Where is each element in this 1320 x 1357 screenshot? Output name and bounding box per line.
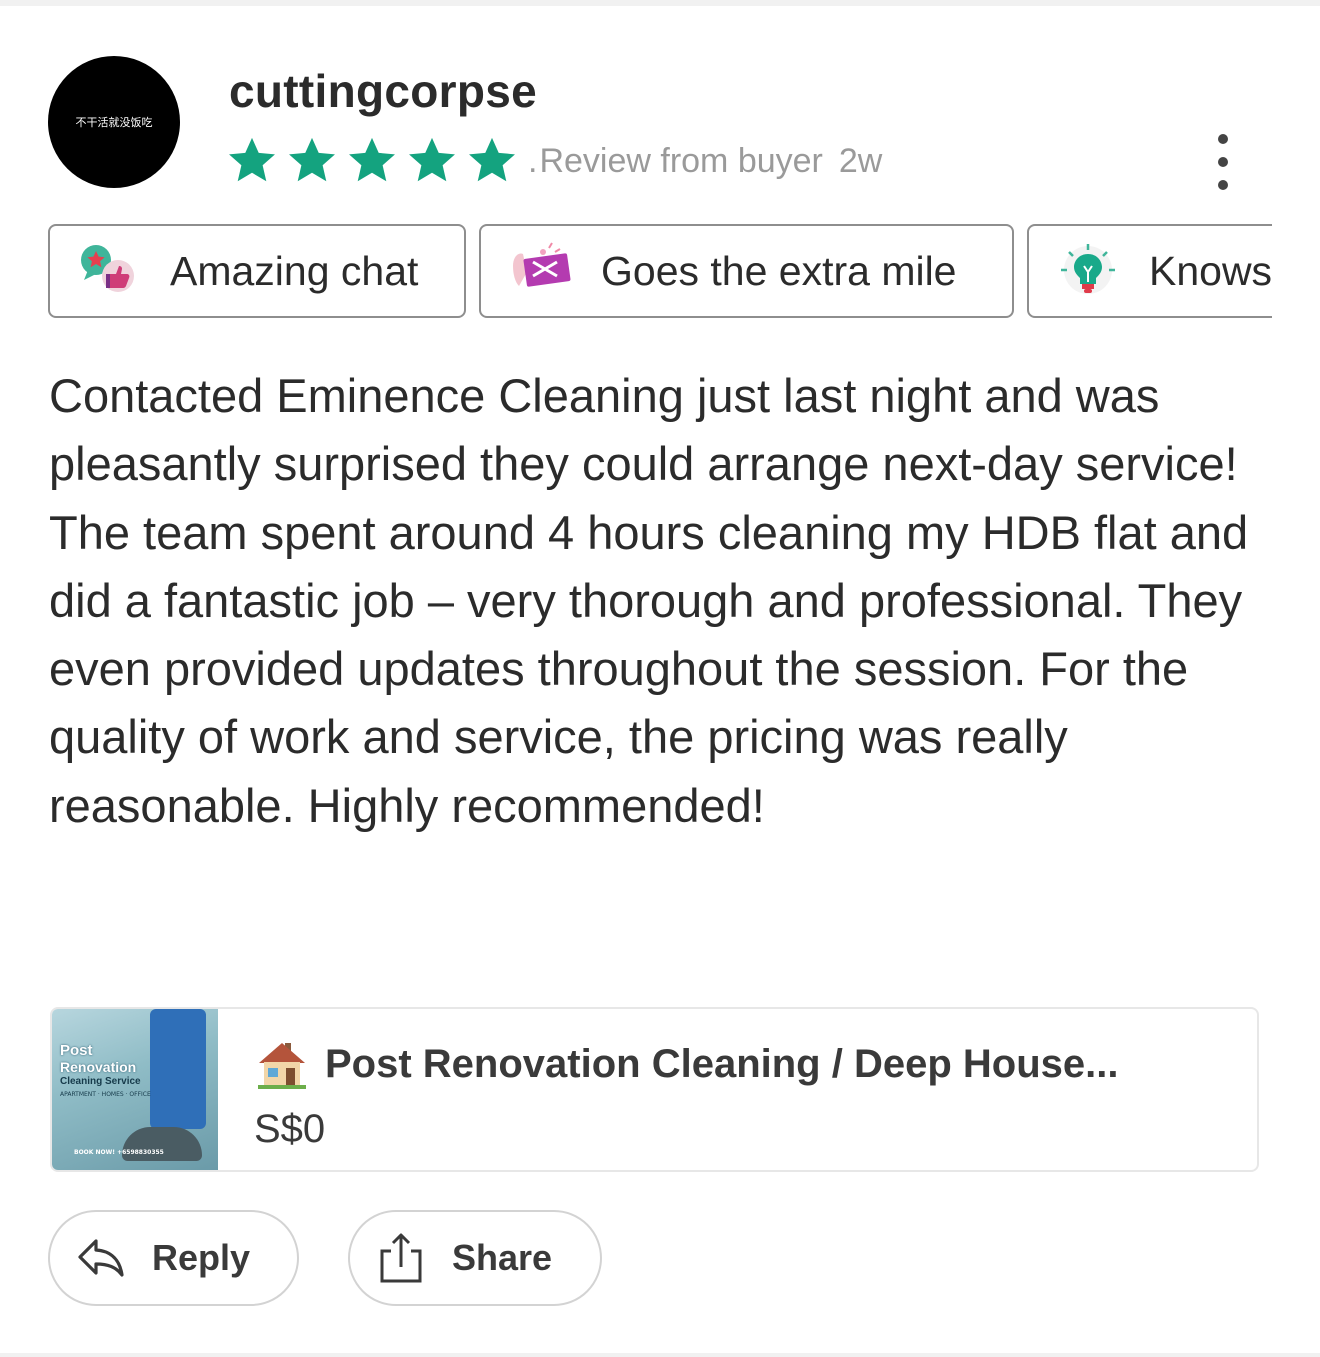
reply-icon	[78, 1239, 124, 1277]
reply-button[interactable]: Reply	[48, 1210, 299, 1306]
share-button[interactable]: Share	[348, 1210, 602, 1306]
reviewer-username[interactable]: cuttingcorpse	[229, 64, 537, 118]
compliment-chips[interactable]: Amazing chat Goes the extra mile Knows	[48, 224, 1272, 322]
listing-price: S$0	[254, 1107, 326, 1151]
chip-goes-the-extra-mile[interactable]: Goes the extra mile	[479, 224, 1014, 318]
chip-amazing-chat[interactable]: Amazing chat	[48, 224, 466, 318]
listing-card[interactable]: Post Renovation Cleaning Service APARTME…	[50, 1007, 1259, 1172]
bottom-divider	[0, 1353, 1320, 1357]
share-icon	[380, 1233, 422, 1283]
star-icon	[469, 137, 515, 182]
listing-thumbnail: Post Renovation Cleaning Service APARTME…	[52, 1009, 218, 1170]
chip-label: Knows	[1149, 247, 1272, 294]
chat-thumbs-up-icon	[81, 245, 134, 292]
review-time: 2w	[838, 142, 883, 180]
thumbnail-text: APARTMENT · HOMES · OFFICE	[60, 1091, 151, 1098]
star-icon	[349, 137, 395, 182]
star-icon	[289, 137, 335, 182]
reply-label: Reply	[152, 1237, 251, 1278]
chip-knows[interactable]: Knows	[1027, 224, 1272, 318]
thumbnail-text: Renovation	[60, 1059, 137, 1075]
listing-title-row: Post Renovation Cleaning / Deep House...	[255, 1037, 1245, 1091]
avatar-text: 不干活就没饭吃	[75, 116, 153, 129]
avatar[interactable]: 不干活就没饭吃	[48, 56, 180, 188]
listing-title: Post Renovation Cleaning / Deep House...	[325, 1041, 1119, 1086]
thumbnail-text: Post	[60, 1042, 93, 1059]
more-options-icon[interactable]	[1205, 134, 1241, 190]
chip-label: Amazing chat	[170, 247, 419, 294]
chip-label: Goes the extra mile	[601, 247, 957, 294]
star-rating	[226, 134, 518, 186]
house-icon	[258, 1043, 306, 1089]
review-meta: .Review from buyer 2w	[528, 142, 882, 181]
review-source-label: Review from buyer	[539, 142, 823, 180]
extra-mile-ticket-icon	[513, 242, 571, 287]
thumbnail-text: BOOK NOW! +6598830355	[74, 1149, 164, 1156]
meta-separator: .	[528, 142, 538, 180]
review-body: Contacted Eminence Cleaning just last ni…	[49, 369, 1249, 832]
top-divider	[0, 0, 1320, 6]
lightbulb-icon	[1061, 244, 1115, 294]
thumbnail-text: Cleaning Service	[60, 1076, 141, 1087]
star-icon	[409, 137, 455, 182]
share-label: Share	[452, 1237, 553, 1278]
star-icon	[229, 137, 275, 182]
